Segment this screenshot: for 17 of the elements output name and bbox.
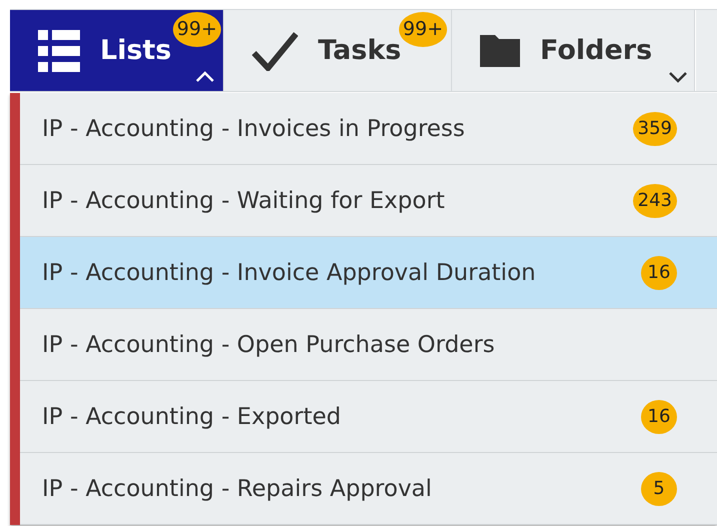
menu-item[interactable]: IP - Accounting - Repairs Approval 5	[20, 453, 717, 525]
menu-item[interactable]: IP - Accounting - Invoice Approval Duration 16	[20, 237, 717, 309]
count-badge: 5	[641, 472, 677, 506]
count-badge: 99+	[398, 12, 447, 47]
list-icon	[38, 30, 80, 72]
count-badge: 99+	[172, 12, 221, 47]
folder-icon	[480, 34, 520, 66]
tab[interactable]: Lists 99+	[10, 10, 224, 91]
checkmark-icon	[252, 30, 298, 70]
count-badge: 359	[632, 112, 677, 146]
count-badge: 16	[641, 400, 677, 434]
count-badge: 16	[641, 256, 677, 290]
menu-item[interactable]: IP - Accounting - Exported 16	[20, 381, 717, 453]
menu-item[interactable]: IP - Accounting - Waiting for Export 243	[20, 165, 717, 237]
menu-item[interactable]: IP - Accounting - Open Purchase Orders	[20, 309, 717, 381]
menu-item[interactable]: IP - Accounting - Invoices in Progress 359	[20, 93, 717, 165]
count-badge: 243	[632, 184, 677, 218]
